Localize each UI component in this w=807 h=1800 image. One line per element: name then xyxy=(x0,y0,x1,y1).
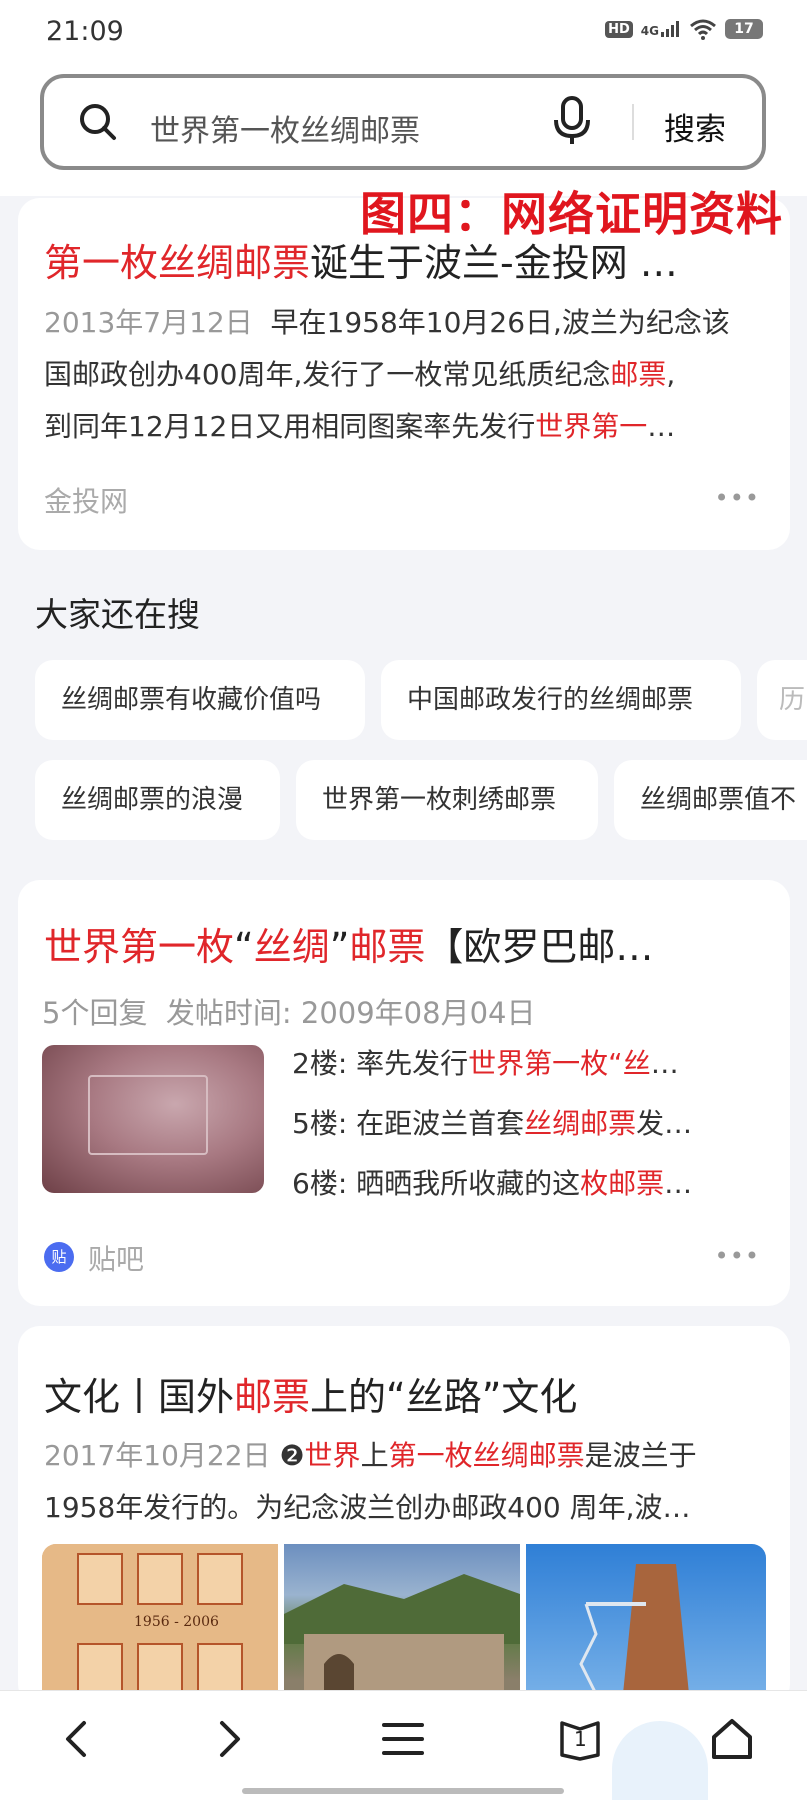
home-indicator xyxy=(242,1788,564,1794)
result-date: 2013年7月12日 xyxy=(44,306,253,339)
search-button[interactable]: 搜索 xyxy=(664,104,726,149)
result-source[interactable]: 金投网 xyxy=(44,480,128,520)
signal-icon: 4G xyxy=(641,21,681,37)
thumbnail-image[interactable] xyxy=(42,1045,264,1193)
result-date: 2017年10月22日 xyxy=(44,1439,271,1472)
result-snippet: 2013年7月12日 早在1958年10月26日,波兰为纪念该 国邮政创办400… xyxy=(44,306,730,443)
result-card-1[interactable]: 第一枚丝绸邮票诞生于波兰-金投网 … 2013年7月12日 早在1958年10月… xyxy=(18,198,790,550)
reply-line[interactable]: 6楼: 晒晒我所收藏的这枚邮票… xyxy=(292,1162,692,1202)
reply-line[interactable]: 5楼: 在距波兰首套丝绸邮票发… xyxy=(292,1102,692,1142)
hd-icon: HD xyxy=(605,20,633,38)
image-ruins[interactable] xyxy=(284,1544,520,1714)
more-options-icon[interactable]: ••• xyxy=(715,484,760,512)
forward-icon[interactable] xyxy=(210,1715,250,1763)
image-stamps[interactable]: 1956 - 2006 xyxy=(42,1544,278,1714)
related-chip[interactable]: 世界第一枚刺绣邮票 xyxy=(296,760,598,840)
back-icon[interactable] xyxy=(56,1715,96,1763)
search-divider xyxy=(632,104,634,140)
related-chip[interactable]: 中国邮政发行的丝绸邮票 xyxy=(381,660,741,740)
wifi-icon xyxy=(690,19,716,40)
search-icon xyxy=(80,104,116,140)
stamp-year-label: 1956 - 2006 xyxy=(134,1614,219,1630)
ruins-graphic xyxy=(284,1574,520,1714)
result-meta: 5个回复 发帖时间: 2009年08月04日 xyxy=(42,996,536,1030)
tabs-button[interactable]: 1 xyxy=(556,1715,604,1763)
search-input[interactable]: 世界第一枚丝绸邮票 xyxy=(150,106,420,150)
menu-icon[interactable] xyxy=(380,1715,426,1763)
status-time: 21:09 xyxy=(46,16,124,47)
result-card-3[interactable]: 文化丨国外邮票上的“丝路”文化 2017年10月22日 ❷世界上第一枚丝绸邮票是… xyxy=(18,1326,790,1714)
related-chip[interactable]: 丝绸邮票值不 xyxy=(614,760,807,840)
result-snippet: 2017年10月22日 ❷世界上第一枚丝绸邮票是波兰于 1958年发行的。为纪念… xyxy=(44,1439,697,1524)
result-title[interactable]: 世界第一枚“丝绸”邮票【欧罗巴邮… xyxy=(44,916,774,971)
tab-count: 1 xyxy=(574,1727,587,1751)
header: 世界第一枚丝绸邮票 搜索 xyxy=(0,64,807,196)
assistant-mascot[interactable] xyxy=(612,1721,708,1800)
bottom-navigation: 1 xyxy=(0,1690,807,1800)
numbered-badge-icon: ❷ xyxy=(279,1439,305,1472)
related-chip[interactable]: 历 xyxy=(757,660,807,740)
more-options-icon[interactable]: ••• xyxy=(715,1242,760,1270)
battery-icon: 17 xyxy=(725,19,763,39)
stamp-sheet-shape xyxy=(88,1075,208,1155)
result-source[interactable]: 贴吧 xyxy=(88,1238,144,1278)
image-tower[interactable] xyxy=(526,1544,766,1714)
microphone-icon[interactable] xyxy=(552,94,592,148)
search-bar[interactable]: 世界第一枚丝绸邮票 搜索 xyxy=(40,74,766,170)
related-chip[interactable]: 丝绸邮票有收藏价值吗 xyxy=(35,660,365,740)
overlay-annotation: 图四：网络证明资料 xyxy=(360,187,783,241)
result-card-2[interactable]: 世界第一枚“丝绸”邮票【欧罗巴邮… 5个回复 发帖时间: 2009年08月04日… xyxy=(18,880,790,1306)
reply-line[interactable]: 2楼: 率先发行世界第一枚“丝… xyxy=(292,1042,679,1082)
tieba-logo-icon: 贴 xyxy=(44,1242,74,1272)
network-label: 4G xyxy=(640,24,659,38)
related-chip[interactable]: 丝绸邮票的浪漫 xyxy=(35,760,280,840)
related-searches-heading: 大家还在搜 xyxy=(35,595,200,634)
home-icon[interactable] xyxy=(708,1715,756,1763)
result-title[interactable]: 文化丨国外邮票上的“丝路”文化 xyxy=(44,1366,774,1421)
status-icons: HD 4G 17 xyxy=(605,18,763,40)
status-bar: 21:09 HD 4G 17 xyxy=(0,0,807,64)
tower-graphic xyxy=(579,1564,691,1714)
